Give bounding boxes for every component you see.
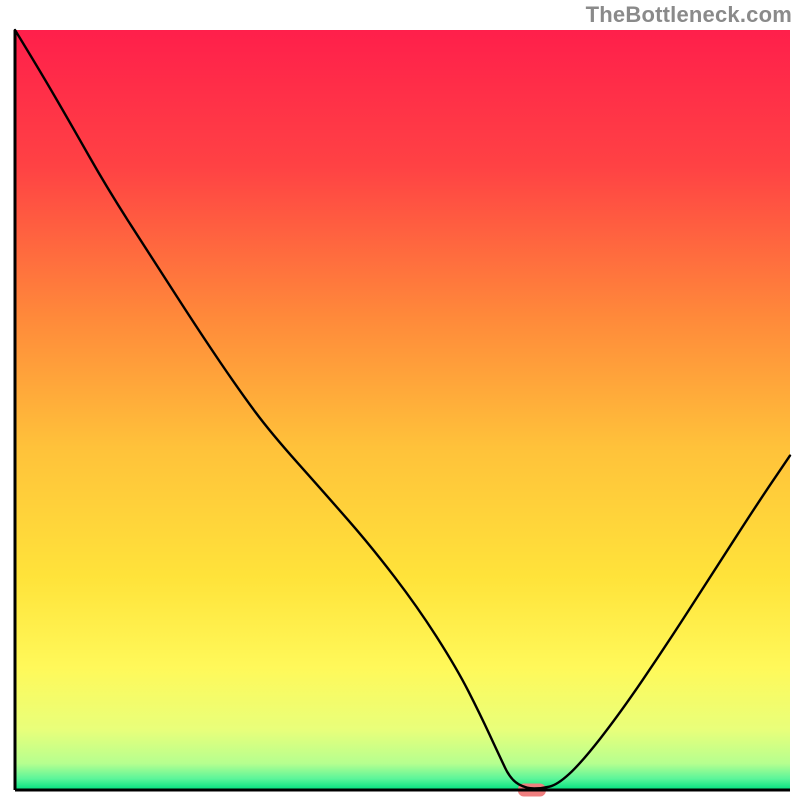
watermark-text: TheBottleneck.com [586,2,792,28]
plot-background [15,30,790,790]
bottleneck-chart: TheBottleneck.com [0,0,800,800]
chart-canvas [0,0,800,800]
